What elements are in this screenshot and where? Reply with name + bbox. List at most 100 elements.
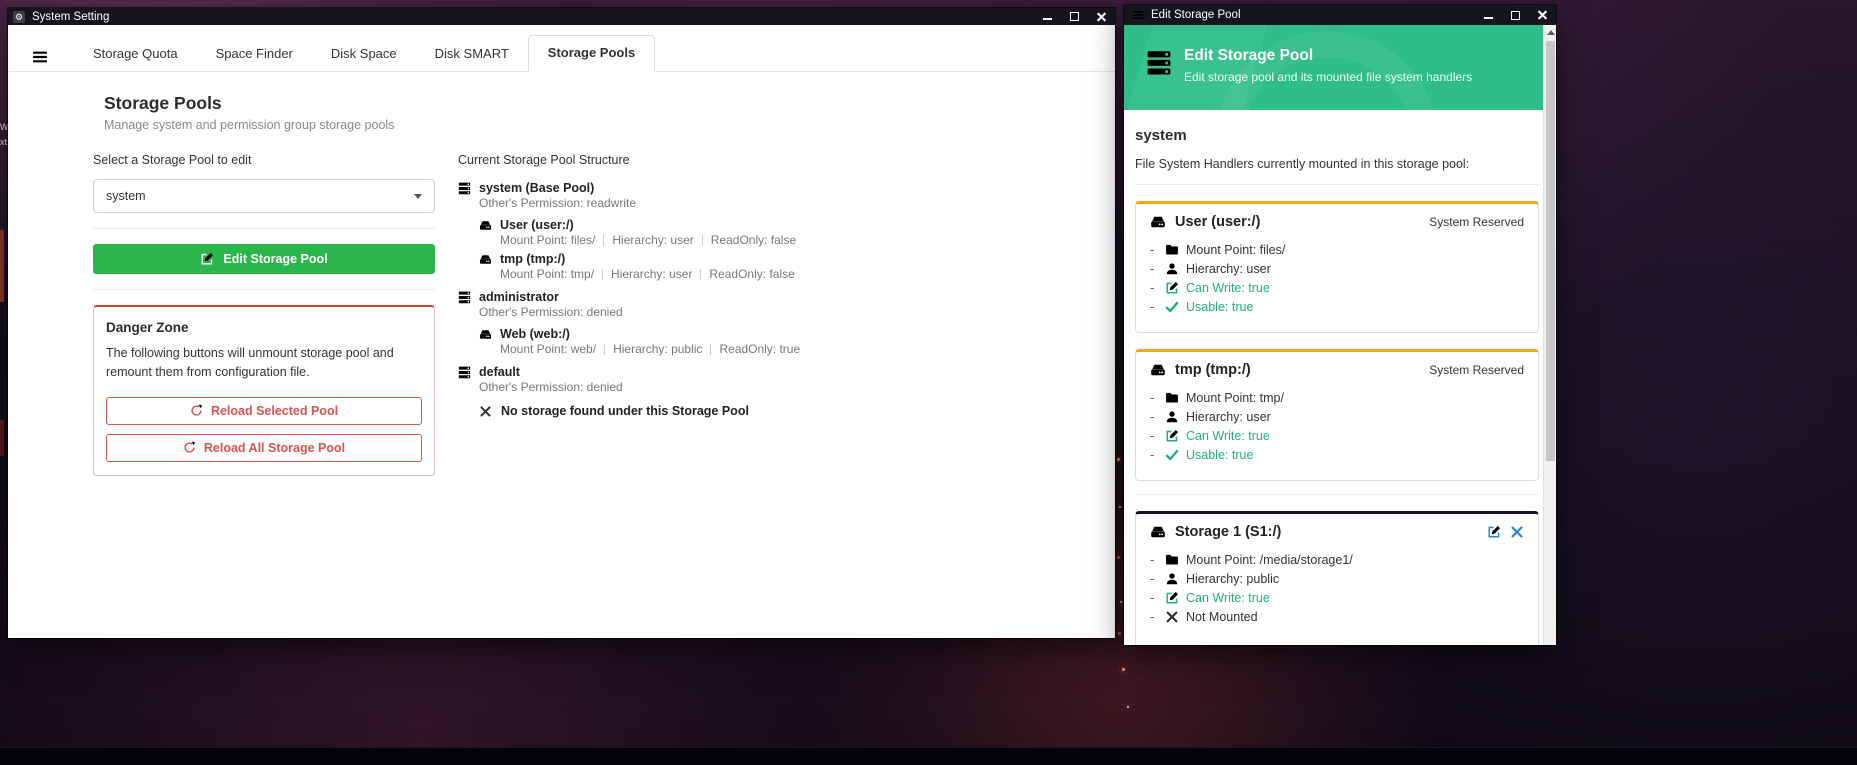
server-icon xyxy=(458,291,471,304)
danger-zone-card: Danger Zone The following buttons will u… xyxy=(93,305,435,476)
maximize-button[interactable] xyxy=(1061,8,1088,25)
hdd-icon xyxy=(479,219,492,232)
desktop-edge-text: xt xyxy=(0,137,7,147)
minimize-button[interactable] xyxy=(1034,8,1061,25)
pool-group-system: system (Base Pool) Other's Permission: r… xyxy=(458,181,1058,281)
storage-name: Web (web:/) xyxy=(500,327,570,341)
taskbar[interactable] xyxy=(0,747,1857,765)
handler-name: User (user:/) xyxy=(1175,214,1260,230)
pool-permission: Other's Permission: denied xyxy=(479,305,1058,319)
maximize-button[interactable] xyxy=(1502,5,1529,25)
hdd-icon xyxy=(1150,214,1166,230)
pool-name: system (Base Pool) xyxy=(479,181,594,195)
pool-group-default: default Other's Permission: denied No st… xyxy=(458,365,1058,418)
scrollbar-thumb[interactable] xyxy=(1546,41,1555,461)
storage-hierarchy: Hierarchy: public xyxy=(613,342,702,356)
close-button[interactable] xyxy=(1088,8,1115,25)
danger-zone-title: Danger Zone xyxy=(106,320,422,335)
handler-card-storage1: Storage 1 (S1:/) Mount Point: /media/sto… xyxy=(1135,511,1539,645)
edit-storage-pool-label: Edit Storage Pool xyxy=(223,252,327,266)
pool-select-value: system xyxy=(106,189,146,203)
page-title: Storage Pools xyxy=(104,93,394,114)
edit-icon xyxy=(1165,591,1179,605)
pool-name: administrator xyxy=(479,290,559,304)
danger-zone-description: The following buttons will unmount stora… xyxy=(106,344,422,383)
handler-card-tmp: tmp (tmp:/) System Reserved Mount Point:… xyxy=(1135,349,1539,481)
remove-handler-icon[interactable] xyxy=(1510,525,1524,539)
edit-handler-icon[interactable] xyxy=(1487,525,1501,539)
hdd-icon xyxy=(1150,362,1166,378)
empty-pool-message: No storage found under this Storage Pool xyxy=(479,404,1058,418)
page-subtitle: Manage system and permission group stora… xyxy=(104,118,394,132)
folder-icon xyxy=(1165,243,1179,257)
wallpaper-spark xyxy=(1117,458,1120,461)
scroll-up-arrow-icon[interactable] xyxy=(1547,30,1555,35)
handler-item: Not Mounted xyxy=(1150,607,1524,626)
folder-icon xyxy=(1165,553,1179,567)
scrollbar[interactable] xyxy=(1543,25,1556,645)
handler-item: Hierarchy: user xyxy=(1150,259,1524,278)
edit-icon xyxy=(200,252,214,266)
storage-hierarchy: Hierarchy: user xyxy=(612,233,693,247)
refresh-icon xyxy=(190,404,203,417)
storage-mount: Mount Point: tmp/ xyxy=(500,267,594,281)
wallpaper-spark xyxy=(1122,668,1125,671)
pool-permission: Other's Permission: readwrite xyxy=(479,196,1058,210)
reload-selected-pool-button[interactable]: Reload Selected Pool xyxy=(106,397,422,425)
storage-readonly: ReadOnly: false xyxy=(711,233,796,247)
handler-item: Usable: true xyxy=(1150,445,1524,464)
handler-item: Hierarchy: public xyxy=(1150,569,1524,588)
pool-edit-column: Select a Storage Pool to edit system Edi… xyxy=(93,153,435,476)
user-icon xyxy=(1165,572,1179,586)
x-mark-icon xyxy=(479,405,492,418)
storage-mount: Mount Point: web/ xyxy=(500,342,596,356)
selected-pool-name: system xyxy=(1135,127,1539,144)
handler-name: Storage 1 (S1:/) xyxy=(1175,524,1281,540)
pool-structure-tree: system (Base Pool) Other's Permission: r… xyxy=(458,181,1058,418)
edit-icon xyxy=(1165,281,1179,295)
edit-pool-titlebar[interactable]: Edit Storage Pool xyxy=(1124,5,1556,25)
settings-tabbar: Storage Quota Space Finder Disk Space Di… xyxy=(8,35,1115,72)
storage-name: User (user:/) xyxy=(500,218,574,232)
handler-item: Usable: true xyxy=(1150,297,1524,316)
handler-item: Can Write: true xyxy=(1150,426,1524,445)
hdd-icon xyxy=(479,328,492,341)
storage-readonly: ReadOnly: false xyxy=(709,267,794,281)
list-icon xyxy=(1132,9,1144,21)
storage-hierarchy: Hierarchy: user xyxy=(611,267,692,281)
edit-pool-body: system File System Handlers currently mo… xyxy=(1124,110,1543,645)
reload-selected-label: Reload Selected Pool xyxy=(211,404,338,418)
handler-item: Mount Point: tmp/ xyxy=(1150,388,1524,407)
handlers-description: File System Handlers currently mounted i… xyxy=(1135,157,1539,171)
storage-mount: Mount Point: files/ xyxy=(500,233,595,247)
pool-select-dropdown[interactable]: system xyxy=(93,179,435,213)
hamburger-menu-icon[interactable] xyxy=(32,49,48,65)
edit-storage-pool-button[interactable]: Edit Storage Pool xyxy=(93,244,435,274)
edit-storage-pool-window: Edit Storage Pool Edit Storage Pool Edit… xyxy=(1124,5,1556,645)
tab-storage-pools[interactable]: Storage Pools xyxy=(528,35,655,72)
handler-item: Mount Point: /media/storage1/ xyxy=(1150,550,1524,569)
handler-name: tmp (tmp:/) xyxy=(1175,362,1251,378)
server-icon xyxy=(458,366,471,379)
system-setting-window: ⚙ System Setting Storage Quota Space Fin… xyxy=(8,8,1115,638)
tab-disk-space[interactable]: Disk Space xyxy=(312,37,416,71)
tab-space-finder[interactable]: Space Finder xyxy=(197,37,312,71)
storage-entry-user: User (user:/) Mount Point: files/ Hierar… xyxy=(479,218,1058,247)
check-icon xyxy=(1165,448,1179,462)
structure-heading: Current Storage Pool Structure xyxy=(458,153,1058,167)
wallpaper-spark xyxy=(1119,506,1121,508)
chevron-down-icon xyxy=(414,194,422,199)
wallpaper-spark xyxy=(1127,706,1129,708)
hdd-icon xyxy=(1150,524,1166,540)
system-setting-titlebar[interactable]: ⚙ System Setting xyxy=(8,8,1115,25)
refresh-icon xyxy=(183,441,196,454)
edit-icon xyxy=(1165,429,1179,443)
tab-disk-smart[interactable]: Disk SMART xyxy=(416,37,528,71)
empty-pool-text: No storage found under this Storage Pool xyxy=(501,404,749,418)
server-icon xyxy=(1146,50,1172,76)
tab-storage-quota[interactable]: Storage Quota xyxy=(74,37,197,71)
close-button[interactable] xyxy=(1529,5,1556,25)
system-reserved-badge: System Reserved xyxy=(1429,215,1524,229)
reload-all-pool-button[interactable]: Reload All Storage Pool xyxy=(106,434,422,462)
minimize-button[interactable] xyxy=(1475,5,1502,25)
